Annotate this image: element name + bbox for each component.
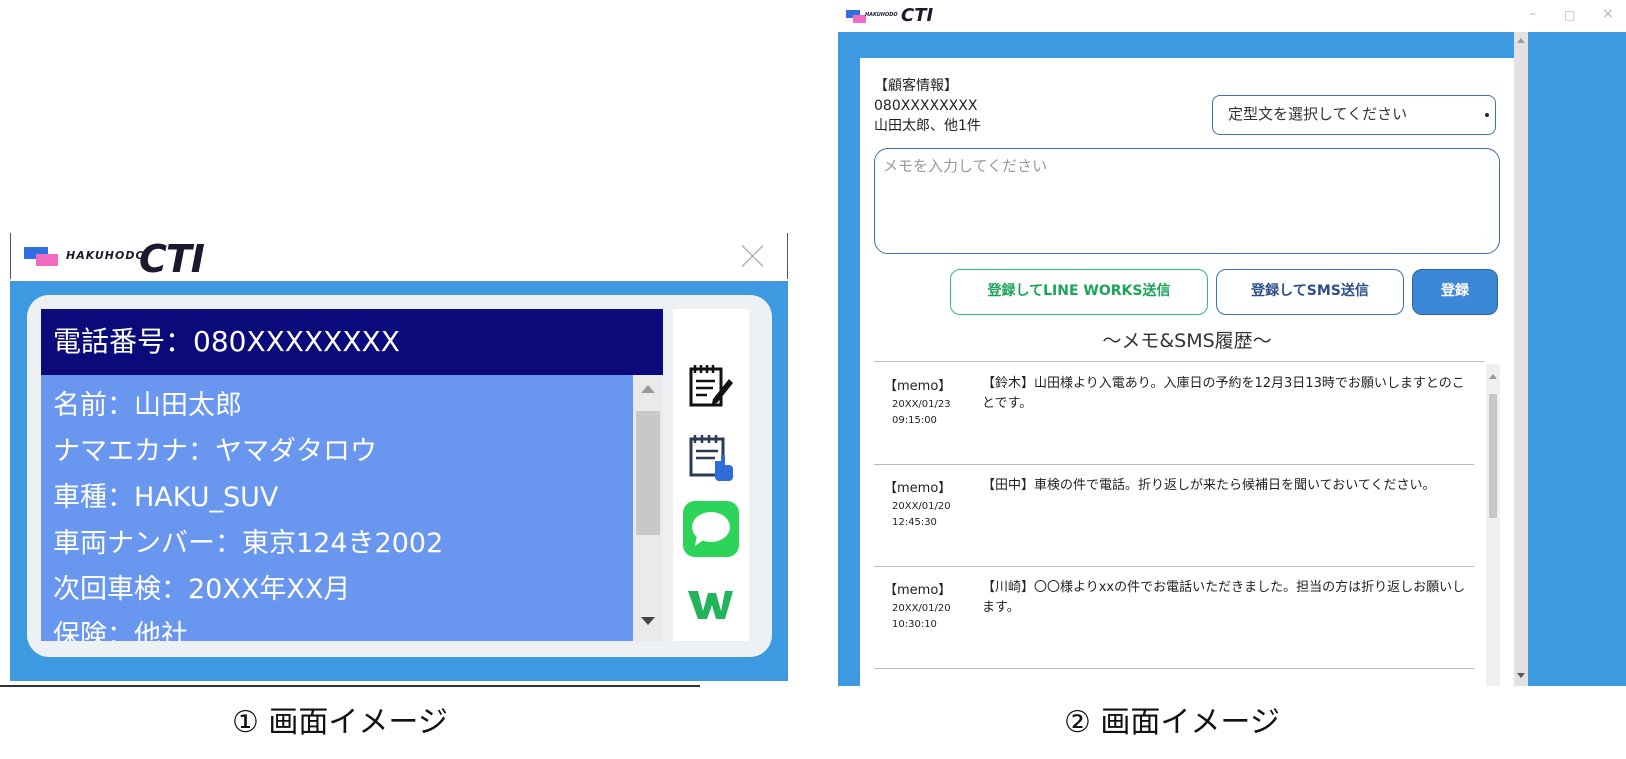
history-timestamp: 20XX/01/23 09:15:00: [892, 397, 951, 429]
history-item: 【memo】 20XX/01/20 12:45:30 【田中】車検の件で電話。折…: [874, 464, 1474, 567]
history-list: 【memo】 20XX/01/23 09:15:00 【鈴木】山田様より入電あり…: [874, 361, 1484, 686]
history-date: 20XX/01/20: [892, 501, 951, 512]
history-text: 【鈴木】山田様より入電あり。入庫日の予約を12月3日13時でお願いしますとのこと…: [982, 376, 1465, 411]
app-name: CTI: [139, 237, 205, 281]
memo-card: 【顧客情報】 080XXXXXXXX 山田太郎、他1件 定型文を選択してください…: [860, 58, 1514, 686]
customer-card: 電話番号：080XXXXXXXX 名前：山田太郎 ナマエカナ：ヤマダタロウ 車種…: [27, 295, 772, 657]
history-tag: 【memo】: [884, 379, 952, 394]
scroll-up-icon[interactable]: [1489, 374, 1497, 379]
brand-label: HAKUHODO: [865, 12, 898, 18]
history-timestamp: 20XX/01/20 10:30:10: [892, 601, 951, 633]
caption-screen-1: ① 画面イメージ: [232, 705, 448, 740]
register-button[interactable]: 登録: [1412, 269, 1498, 315]
dropdown-arrow-icon: [1485, 113, 1489, 117]
title-bar: HAKUHODO CTI – □ ×: [838, 0, 1626, 32]
memo-input[interactable]: メモを入力してください: [874, 148, 1500, 254]
memo-click-icon[interactable]: [685, 431, 735, 481]
customer-name: 山田太郎、他1件: [874, 118, 981, 134]
history-tag: 【memo】: [884, 583, 952, 598]
scroll-down-icon[interactable]: [641, 617, 655, 625]
divider: [0, 685, 700, 687]
memo-edit-icon[interactable]: [685, 361, 735, 411]
history-item: 【memo】 20XX/01/23 09:15:00 【鈴木】山田様より入電あり…: [874, 362, 1474, 465]
history-scrollbar[interactable]: [1486, 364, 1500, 686]
vehicle-model: 車種：HAKU_SUV: [53, 482, 279, 513]
customer-name: 名前：山田太郎: [53, 390, 242, 421]
hakuhodo-logo-icon: [24, 245, 72, 269]
info-scrollbar[interactable]: [633, 375, 663, 641]
maximize-icon[interactable]: □: [1564, 8, 1575, 22]
window-body: 電話番号：080XXXXXXXX 名前：山田太郎 ナマエカナ：ヤマダタロウ 車種…: [10, 281, 788, 681]
history-text: 【川崎】〇〇様よりxxの件でお電話いただきました。担当の方は折り返しお願いします…: [982, 580, 1466, 615]
window-scrollbar[interactable]: [1514, 32, 1528, 686]
scroll-up-icon[interactable]: [641, 385, 655, 393]
scroll-thumb[interactable]: [1489, 394, 1497, 518]
insurance: 保険：他社: [53, 620, 188, 641]
minimize-icon[interactable]: –: [1529, 6, 1536, 22]
history-time: 10:30:10: [892, 619, 937, 630]
window-body: 【顧客情報】 080XXXXXXXX 山田太郎、他1件 定型文を選択してください…: [838, 32, 1626, 686]
history-timestamp: 20XX/01/20 12:45:30: [892, 499, 951, 531]
history-date: 20XX/01/20: [892, 603, 951, 614]
cti-popup-window: HAKUHODO CTI 電話番号：080XXXXXXXX 名前：山田太郎 ナマ…: [10, 233, 788, 681]
title-bar: HAKUHODO CTI: [10, 233, 788, 281]
customer-name-kana: ナマエカナ：ヤマダタロウ: [53, 436, 377, 467]
brand-label: HAKUHODO: [66, 249, 146, 262]
history-time: 12:45:30: [892, 517, 937, 528]
template-select-value: 定型文を選択してください: [1228, 105, 1408, 123]
sms-message-icon[interactable]: [681, 499, 741, 559]
next-inspection: 次回車検：20XX年XX月: [53, 574, 351, 605]
template-select[interactable]: 定型文を選択してください: [1212, 95, 1496, 135]
customer-phone: 080XXXXXXXX: [874, 98, 978, 114]
register-sms-button[interactable]: 登録してSMS送信: [1216, 269, 1404, 315]
history-text: 【田中】車検の件で電話。折り返しが来たら候補日を聞いておいてください。: [982, 478, 1436, 493]
action-icon-column: [673, 309, 749, 641]
customer-info: 【顧客情報】 080XXXXXXXX 山田太郎、他1件: [874, 76, 981, 136]
phone-number-header: 電話番号：080XXXXXXXX: [41, 309, 663, 375]
cti-memo-window: HAKUHODO CTI – □ × 【顧客情報】 080XXXXXXXX 山田…: [838, 0, 1626, 686]
register-line-works-button[interactable]: 登録してLINE WORKS送信: [950, 269, 1208, 315]
caption-screen-2: ② 画面イメージ: [1064, 705, 1280, 740]
scroll-down-icon[interactable]: [1517, 673, 1525, 678]
scroll-thumb[interactable]: [636, 411, 660, 535]
history-time: 09:15:00: [892, 415, 937, 426]
customer-info-heading: 【顧客情報】: [874, 78, 958, 94]
history-title: ～メモ&SMS履歴～: [1102, 330, 1272, 352]
customer-info-pane: 名前：山田太郎 ナマエカナ：ヤマダタロウ 車種：HAKU_SUV 車両ナンバー：…: [41, 375, 633, 641]
app-name: CTI: [901, 5, 934, 26]
history-item: 【memo】 20XX/01/20 10:30:10 【川崎】〇〇様よりxxの件…: [874, 566, 1474, 669]
history-date: 20XX/01/23: [892, 399, 951, 410]
close-icon[interactable]: [740, 243, 766, 269]
history-tag: 【memo】: [884, 481, 952, 496]
line-works-icon[interactable]: [685, 579, 735, 629]
vehicle-plate: 車両ナンバー：東京124き2002: [53, 528, 444, 559]
scroll-up-icon[interactable]: [1517, 38, 1525, 43]
close-icon[interactable]: ×: [1602, 6, 1614, 22]
